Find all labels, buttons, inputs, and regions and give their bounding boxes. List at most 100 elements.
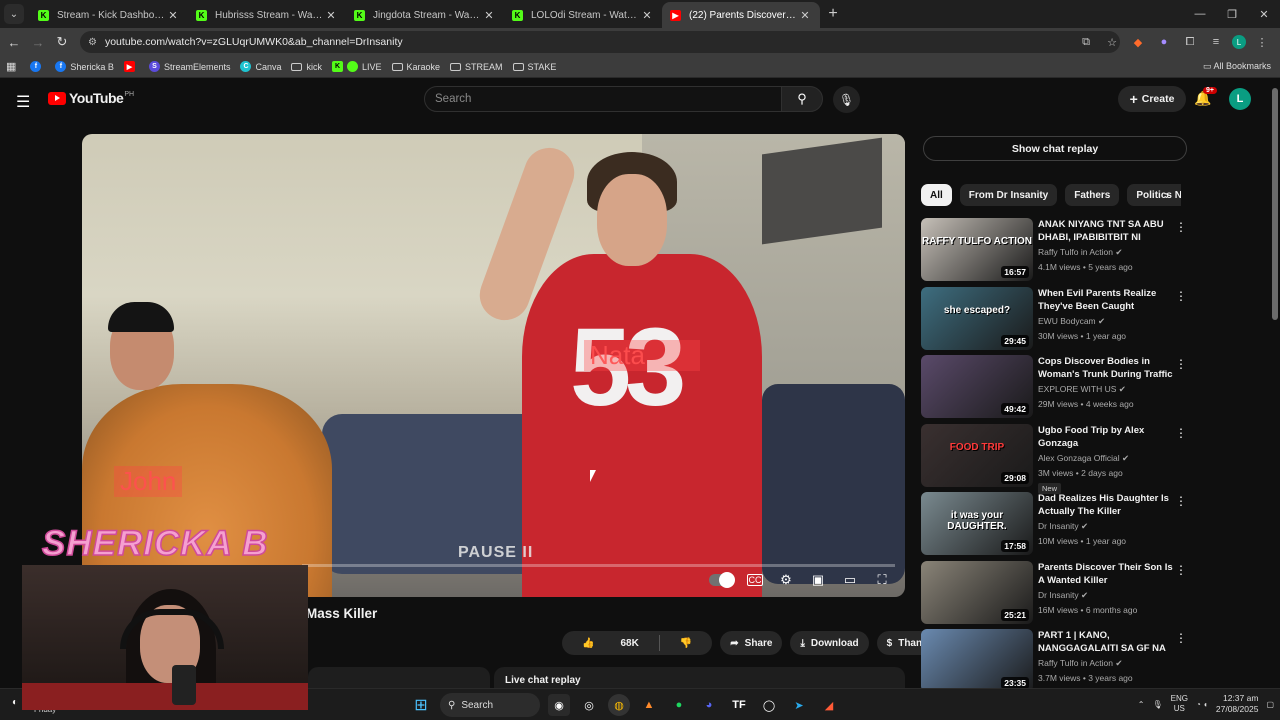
chip-all[interactable]: All (921, 184, 952, 206)
telegram-icon[interactable]: ➤ (788, 694, 810, 716)
theater-mode-icon[interactable]: ▭ (841, 572, 859, 588)
create-button[interactable]: + Create (1118, 86, 1186, 112)
clock[interactable]: 12:37 am 27/08/2025 (1216, 693, 1259, 715)
extension-fox-icon[interactable]: ◆ (1128, 32, 1148, 52)
app-orange-icon[interactable]: ▲ (638, 694, 660, 716)
reading-list-icon[interactable]: ≡ (1206, 32, 1226, 52)
channel-name[interactable]: Dr Insanity ✔ (1038, 521, 1176, 532)
autoplay-toggle[interactable] (709, 572, 735, 588)
video-thumbnail[interactable]: 23:35 (921, 629, 1033, 692)
download-button[interactable]: ⤓ Download (790, 631, 869, 655)
more-vert-icon[interactable]: ⋮ (1175, 426, 1187, 440)
widgets-icon[interactable]: ◉ (548, 694, 570, 716)
tab-search-icon[interactable]: ⌄ (4, 4, 24, 24)
bookmark-kick[interactable]: kick (291, 62, 322, 72)
recommendation-item[interactable]: RAFFY TULFO ACTION 16:57 ANAK NIYANG TNT S… (921, 218, 1191, 287)
language-indicator[interactable]: ENG US (1171, 694, 1188, 714)
youtube-bookmark-icon[interactable]: ▶ (123, 61, 139, 72)
more-vert-icon[interactable]: ⋮ (1175, 357, 1187, 371)
fullscreen-icon[interactable]: ⛶ (873, 572, 891, 588)
browser-tab[interactable]: K Stream - Kick Dashboard ✕ (30, 2, 188, 28)
recommendation-title[interactable]: ANAK NIYANG TNT SA ABU DHABI, IPABIBITBI… (1038, 218, 1176, 244)
discord-icon[interactable]: ◕ (698, 694, 720, 716)
recommendation-item[interactable]: FOOD TRIP 29:08 Ugbo Food Trip by Alex Gon… (921, 423, 1191, 494)
chevron-right-icon[interactable]: › (1165, 188, 1169, 202)
more-vert-icon[interactable]: ⋮ (1175, 494, 1187, 508)
channel-name[interactable]: EWU Bodycam ✔ (1038, 316, 1176, 327)
browser-tab[interactable]: K Hubrisss Stream - Watch Live o✕ (188, 2, 346, 28)
tray-mic-icon[interactable]: 🎙 (1153, 700, 1163, 709)
bookmark-karaoke[interactable]: Karaoke (391, 62, 440, 72)
browser-tab[interactable]: K LOLOdi Stream - Watch Live on✕ (504, 2, 662, 28)
bookmark-star-icon[interactable]: ☆ (1102, 32, 1122, 52)
obs-icon[interactable]: ◎ (578, 694, 600, 716)
bookmark-canva[interactable]: C Canva (240, 61, 281, 72)
video-thumbnail[interactable]: it was your DAUGHTER. 17:58 (921, 492, 1033, 555)
share-button[interactable]: ➦ Share (720, 631, 783, 655)
recommendation-title[interactable]: Parents Discover Their Son Is A Wanted K… (1038, 561, 1176, 587)
recommendation-title[interactable]: Cops Discover Bodies in Woman's Trunk Du… (1038, 355, 1176, 381)
windows-start-icon[interactable]: ⊞ (410, 694, 432, 716)
channel-name[interactable]: Raffy Tulfo in Action ✔ (1038, 247, 1176, 258)
like-button[interactable]: 👍 68K (562, 638, 659, 649)
recommendation-item[interactable]: 25:21 Parents Discover Their Son Is A Wan… (921, 560, 1191, 630)
recommendation-item[interactable]: she escaped? 29:45 When Evil Parents Reali… (921, 286, 1191, 356)
browser-menu-icon[interactable]: ⋮ (1252, 32, 1272, 52)
profile-avatar-icon[interactable]: L (1232, 35, 1246, 49)
search-input[interactable]: Search (424, 86, 782, 112)
channel-name[interactable]: Alex Gonzaga Official ✔ (1038, 453, 1176, 464)
notification-center-icon[interactable]: ▢ (1266, 700, 1274, 709)
cast-icon[interactable]: ⧉ (1076, 32, 1096, 52)
extensions-puzzle-icon[interactable]: ⧠ (1180, 32, 1200, 52)
chip-from-channel[interactable]: From Dr Insanity (959, 184, 1058, 206)
video-thumbnail[interactable]: she escaped? 29:45 (921, 286, 1033, 350)
wifi-volume-icon[interactable]: ◔ ◖ (1196, 700, 1208, 709)
show-chat-replay-button[interactable]: Show chat replay (923, 136, 1187, 161)
forward-icon[interactable]: → (26, 35, 50, 50)
recommendation-title[interactable]: Dad Realizes His Daughter Is Actually Th… (1038, 492, 1176, 518)
url-bar[interactable]: ⚙ youtube.com/watch?v=zGLUqrUMWK0&ab_cha… (80, 31, 1120, 53)
captions-icon[interactable]: CC (747, 574, 763, 586)
recommendation-title[interactable]: Ugbo Food Trip by Alex Gonzaga (1038, 424, 1176, 450)
close-tab-icon[interactable]: ✕ (324, 9, 338, 22)
tiktok-icon[interactable]: TF (728, 694, 750, 716)
tray-chevron-icon[interactable]: ⌃ (1138, 700, 1145, 709)
back-icon[interactable]: ← (2, 35, 26, 50)
streamlabs-icon[interactable]: ◢ (818, 694, 840, 716)
bookmark-stake[interactable]: STAKE (512, 62, 556, 72)
more-vert-icon[interactable]: ⋮ (1175, 220, 1187, 234)
dislike-button[interactable]: 👎 (660, 638, 712, 649)
restore-icon[interactable]: ❐ (1216, 0, 1248, 28)
more-vert-icon[interactable]: ⋮ (1175, 631, 1187, 645)
recommendation-item[interactable]: it was your DAUGHTER. 17:58 Dad Realizes H… (921, 492, 1191, 561)
close-tab-icon[interactable]: ✕ (166, 9, 180, 22)
recommendation-item[interactable]: 49:42 Cops Discover Bodies in Woman's Tru… (921, 355, 1191, 424)
video-thumbnail[interactable]: 49:42 (921, 355, 1033, 418)
channel-name[interactable]: Dr Insanity ✔ (1038, 590, 1176, 601)
voice-search-button[interactable]: 🎙 (833, 86, 860, 113)
app-circle-icon[interactable]: ◯ (758, 694, 780, 716)
all-bookmarks[interactable]: ▭ All Bookmarks (1203, 61, 1271, 72)
minimize-icon[interactable]: — (1184, 0, 1216, 28)
youtube-logo[interactable]: YouTube PH (48, 90, 134, 106)
account-avatar[interactable]: L (1229, 88, 1251, 110)
more-vert-icon[interactable]: ⋮ (1175, 289, 1187, 303)
miniplayer-icon[interactable]: ▣ (809, 572, 827, 588)
bookmark-live[interactable]: K LIVE (331, 61, 382, 72)
extension-purple-icon[interactable]: ● (1154, 32, 1174, 52)
close-tab-icon[interactable]: ✕ (798, 9, 812, 22)
new-tab-button[interactable]: + (820, 5, 846, 23)
chip-politics[interactable]: Politics New (1127, 184, 1181, 206)
notifications-button[interactable]: 🔔 9+ (1194, 87, 1217, 107)
more-vert-icon[interactable]: ⋮ (1175, 563, 1187, 577)
bookmark-shericka[interactable]: f Shericka B (55, 61, 114, 72)
channel-name[interactable]: EXPLORE WITH US ✔ (1038, 384, 1176, 395)
channel-name[interactable]: Raffy Tulfo in Action ✔ (1038, 658, 1176, 669)
chip-fathers[interactable]: Fathers (1065, 184, 1120, 206)
search-button[interactable]: ⚲ (781, 86, 823, 112)
spotify-icon[interactable]: ● (668, 694, 690, 716)
site-info-icon[interactable]: ⚙ (88, 37, 97, 48)
close-tab-icon[interactable]: ✕ (482, 9, 496, 22)
bookmark-stream[interactable]: STREAM (450, 62, 503, 72)
browser-tab[interactable]: K Jingdota Stream - Watch Live o✕ (346, 2, 504, 28)
